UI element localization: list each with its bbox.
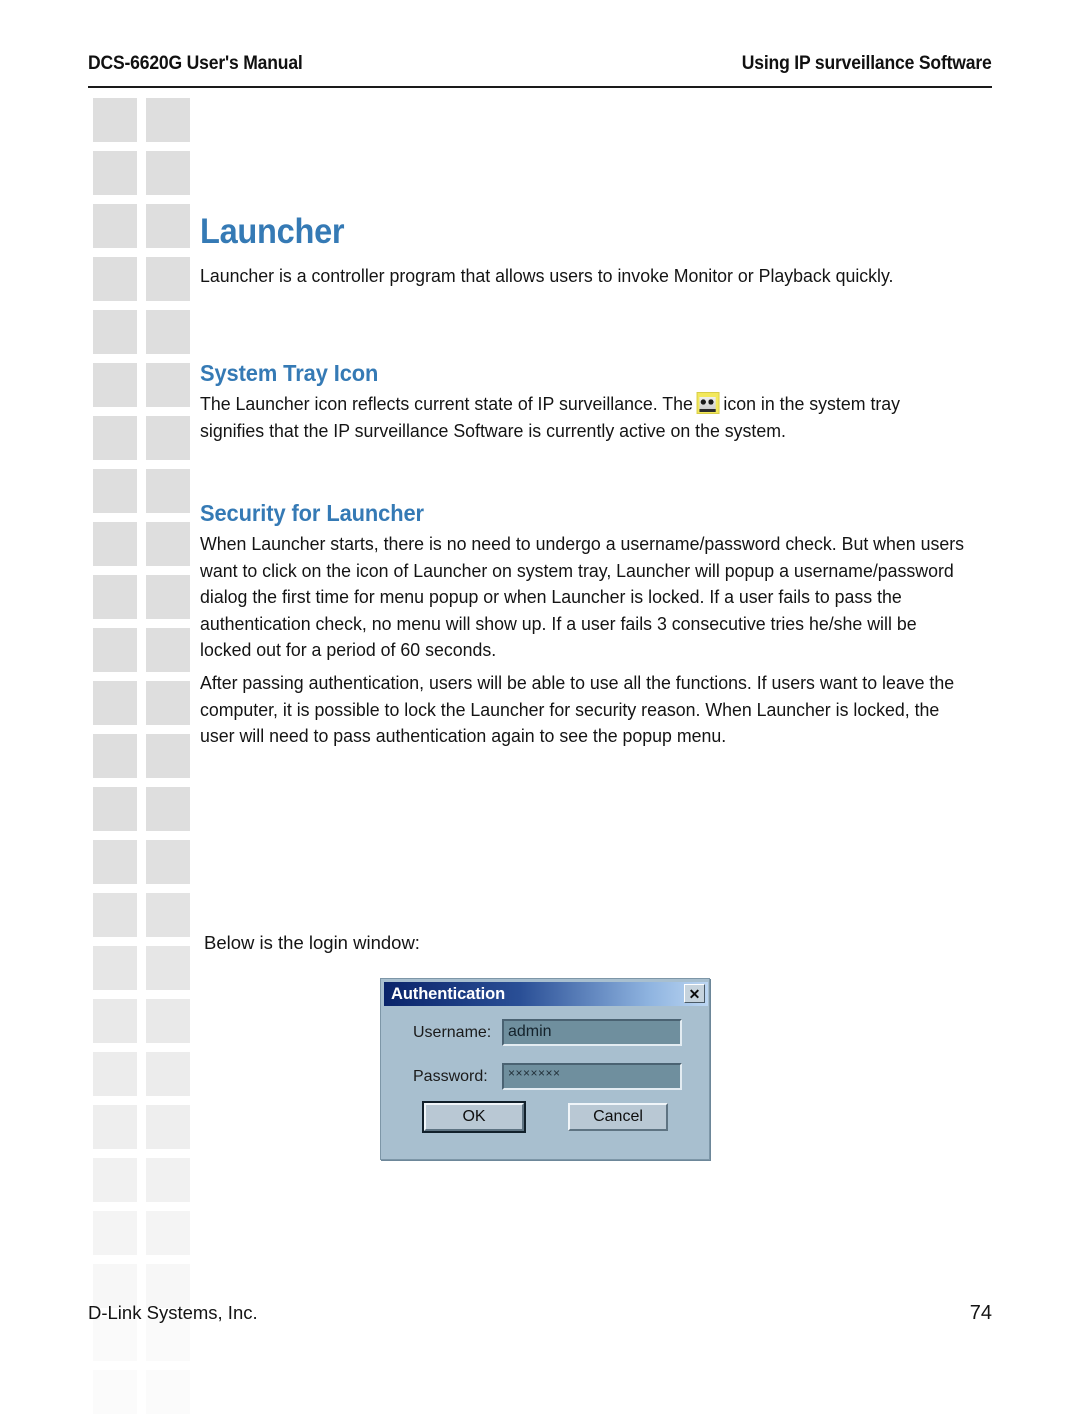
cancel-button[interactable]: Cancel [568, 1103, 668, 1131]
password-row: Password: ××××××× [381, 1063, 709, 1091]
decorative-square [93, 575, 137, 619]
header-section-title: Using IP surveillance Software [742, 52, 992, 74]
decorative-square [146, 416, 190, 460]
tray-icon-body [699, 397, 716, 409]
decorative-square [146, 522, 190, 566]
security-paragraph-2: After passing authentication, users will… [200, 672, 955, 746]
username-row: Username: admin [381, 1019, 709, 1047]
ip-surveillance-tray-icon [696, 392, 720, 414]
page-footer: D-Link Systems, Inc. 74 [88, 1302, 992, 1330]
decorative-square [93, 946, 137, 990]
authentication-dialog: Authentication ✕ Username: admin Passwor… [380, 978, 710, 1160]
decorative-square [146, 363, 190, 407]
system-tray-paragraph: The Launcher icon reflects current state… [200, 391, 964, 444]
dialog-title-bar: Authentication ✕ [384, 982, 708, 1006]
tray-text-before: The Launcher icon reflects current state… [200, 393, 693, 414]
decorative-square [93, 363, 137, 407]
decorative-square [146, 1052, 190, 1096]
decorative-square [93, 1105, 137, 1149]
decorative-square [146, 734, 190, 778]
decorative-square [93, 734, 137, 778]
decorative-square [146, 575, 190, 619]
decorative-square [93, 628, 137, 672]
decorative-square [93, 1052, 137, 1096]
header-manual-title: DCS-6620G User's Manual [88, 52, 303, 74]
decorative-square [146, 1105, 190, 1149]
tray-icon-base [699, 409, 716, 412]
decorative-square [146, 98, 190, 142]
decorative-square [93, 257, 137, 301]
decorative-square [146, 840, 190, 884]
password-label: Password: [413, 1068, 488, 1085]
decorative-square [93, 522, 137, 566]
page-number: 74 [969, 1302, 992, 1324]
decorative-square [146, 1211, 190, 1255]
decorative-square [93, 681, 137, 725]
section-heading-system-tray-icon: System Tray Icon [200, 360, 379, 386]
decorative-square [93, 787, 137, 831]
close-icon[interactable]: ✕ [684, 984, 705, 1003]
security-paragraph-1: When Launcher starts, there is no need t… [200, 533, 964, 660]
password-value: ××××××× [508, 1066, 561, 1080]
decorative-square [93, 98, 137, 142]
decorative-square [146, 999, 190, 1043]
section-heading-security-for-launcher: Security for Launcher [200, 500, 424, 526]
password-input[interactable]: ××××××× [502, 1063, 682, 1090]
decorative-square [93, 204, 137, 248]
decorative-square [146, 310, 190, 354]
dialog-title: Authentication [391, 984, 506, 1003]
decorative-square [146, 257, 190, 301]
decorative-square [93, 999, 137, 1043]
login-window-caption: Below is the login window: [204, 932, 420, 953]
username-label: Username: [413, 1024, 492, 1041]
page-title: Launcher [200, 212, 345, 251]
decorative-square [146, 946, 190, 990]
decorative-square [146, 787, 190, 831]
decorative-square [93, 1370, 137, 1414]
decorative-square [146, 469, 190, 513]
decorative-square [93, 840, 137, 884]
decorative-square [93, 1211, 137, 1255]
decorative-square [93, 1158, 137, 1202]
decorative-square [93, 893, 137, 937]
decorative-square [93, 310, 137, 354]
footer-company: D-Link Systems, Inc. [88, 1302, 258, 1323]
decorative-square [146, 628, 190, 672]
ok-button[interactable]: OK [422, 1101, 526, 1133]
decorative-square-grid [93, 98, 193, 1414]
decorative-square [146, 1370, 190, 1414]
decorative-square [146, 151, 190, 195]
username-input[interactable]: admin [502, 1019, 682, 1046]
decorative-square [146, 1158, 190, 1202]
decorative-square [146, 681, 190, 725]
decorative-square [93, 416, 137, 460]
page-header: DCS-6620G User's Manual Using IP surveil… [88, 52, 992, 88]
username-value: admin [508, 1023, 552, 1040]
intro-paragraph: Launcher is a controller program that al… [200, 265, 894, 286]
decorative-square [93, 151, 137, 195]
decorative-square [93, 469, 137, 513]
decorative-square [146, 893, 190, 937]
decorative-square [146, 204, 190, 248]
